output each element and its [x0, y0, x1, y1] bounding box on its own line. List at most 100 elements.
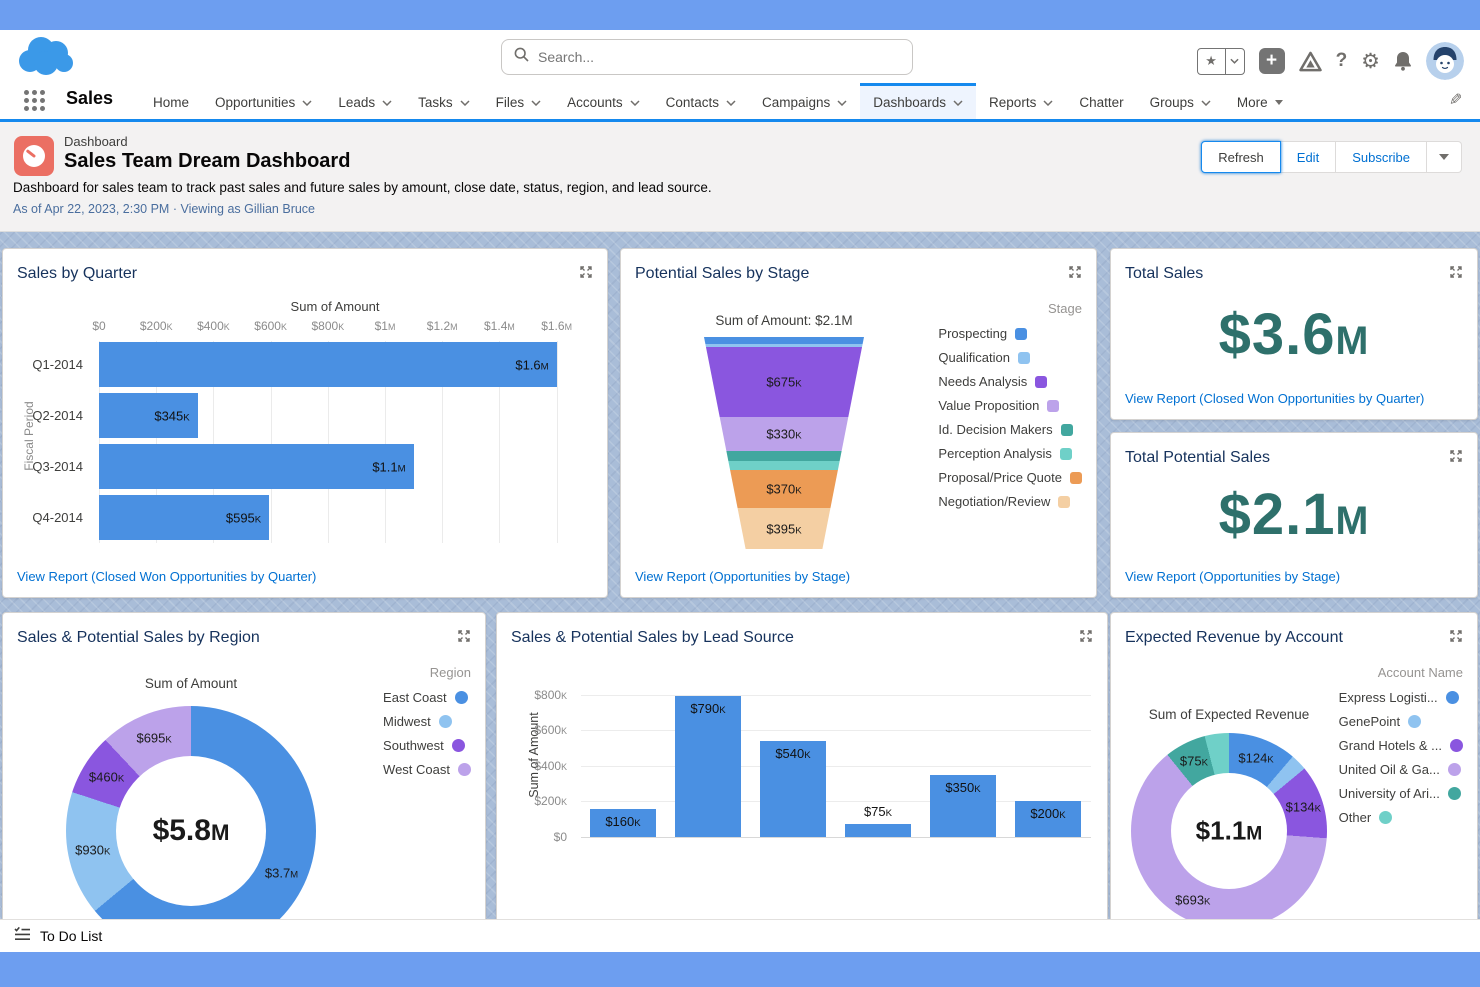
- edit-button[interactable]: Edit: [1281, 141, 1336, 173]
- tab-chatter[interactable]: Chatter: [1066, 83, 1136, 119]
- tab-more[interactable]: More: [1224, 83, 1296, 119]
- tab-reports[interactable]: Reports: [976, 83, 1066, 119]
- expand-icon[interactable]: [1079, 629, 1093, 648]
- search-icon: [514, 47, 529, 67]
- bar-q2-2014[interactable]: $345K: [99, 393, 198, 438]
- tab-accounts[interactable]: Accounts: [554, 83, 653, 119]
- gridline: [581, 730, 1091, 731]
- favorites-star-icon[interactable]: ★: [1198, 49, 1225, 74]
- legend-title: Stage: [1048, 301, 1082, 316]
- bar-value-label: $1.6M: [515, 357, 548, 372]
- user-avatar[interactable]: [1426, 42, 1464, 80]
- notifications-bell-icon[interactable]: [1394, 51, 1412, 71]
- legend-item-other[interactable]: Other: [1339, 810, 1463, 825]
- edit-nav-pencil-icon[interactable]: ✎: [1449, 90, 1462, 110]
- view-report-link[interactable]: View Report (Closed Won Opportunities by…: [17, 569, 316, 584]
- tab-label: Reports: [989, 95, 1036, 110]
- legend-item-midwest[interactable]: Midwest: [383, 714, 471, 729]
- expand-icon[interactable]: [1449, 449, 1463, 468]
- tab-home[interactable]: Home: [140, 83, 202, 119]
- tab-groups[interactable]: Groups: [1137, 83, 1224, 119]
- funnel-segment-label: $330K: [704, 426, 864, 441]
- view-report-link[interactable]: View Report (Closed Won Opportunities by…: [1125, 391, 1424, 406]
- legend-swatch: [458, 763, 471, 776]
- expand-icon[interactable]: [1068, 265, 1082, 284]
- bar-phone-inquiry[interactable]: [675, 696, 741, 837]
- global-search[interactable]: [501, 39, 913, 75]
- legend-item-needs-analysis[interactable]: Needs Analysis: [938, 374, 1082, 389]
- x-tick-label: $1.2M: [427, 319, 458, 333]
- tab-label: Files: [496, 95, 525, 110]
- legend-item-id-decision-makers[interactable]: Id. Decision Makers: [938, 422, 1082, 437]
- funnel-segment-needs-analysis[interactable]: $675K: [704, 347, 864, 417]
- legend-item-university-of-ari[interactable]: University of Ari...: [1339, 786, 1463, 801]
- more-actions-caret[interactable]: [1427, 141, 1462, 173]
- funnel-segment-negotiation-review[interactable]: $395K: [704, 508, 864, 549]
- y-tick-label: $800K: [534, 688, 567, 702]
- legend-item-grand-hotels[interactable]: Grand Hotels & ...: [1339, 738, 1463, 753]
- search-input[interactable]: [538, 49, 900, 65]
- app-name: Sales: [66, 88, 113, 109]
- legend-label: Other: [1339, 810, 1372, 825]
- tab-campaigns[interactable]: Campaigns: [749, 83, 860, 119]
- guidance-center-icon[interactable]: [1299, 51, 1322, 72]
- expand-icon[interactable]: [1449, 629, 1463, 648]
- expand-icon[interactable]: [457, 629, 471, 648]
- tab-label: Groups: [1150, 95, 1194, 110]
- bar-purchased-list[interactable]: [845, 824, 911, 837]
- legend-label: Midwest: [383, 714, 431, 729]
- funnel-segment-value-proposition[interactable]: $330K: [704, 417, 864, 451]
- legend-item-united-oil-ga[interactable]: United Oil & Ga...: [1339, 762, 1463, 777]
- legend-item-qualification[interactable]: Qualification: [938, 350, 1082, 365]
- subscribe-button[interactable]: Subscribe: [1336, 141, 1427, 173]
- tab-tasks[interactable]: Tasks: [405, 83, 483, 119]
- help-icon[interactable]: ?: [1336, 50, 1348, 72]
- tab-label: Leads: [338, 95, 375, 110]
- bar-q4-2014[interactable]: $595K: [99, 495, 269, 540]
- bar-value-label: $345K: [154, 408, 189, 423]
- legend-item-value-proposition[interactable]: Value Proposition: [938, 398, 1082, 413]
- legend-item-genepoint[interactable]: GenePoint: [1339, 714, 1463, 729]
- funnel-segment-prospecting[interactable]: [704, 337, 864, 344]
- legend-item-prospecting[interactable]: Prospecting: [938, 326, 1082, 341]
- legend-item-perception-analysis[interactable]: Perception Analysis: [938, 446, 1082, 461]
- view-report-link[interactable]: View Report (Opportunities by Stage): [1125, 569, 1340, 584]
- chevron-down-icon: [460, 100, 470, 106]
- todo-list-bar[interactable]: To Do List: [0, 919, 1480, 952]
- legend-item-express-logisti[interactable]: Express Logisti...: [1339, 690, 1463, 705]
- favorites-caret-icon[interactable]: [1225, 49, 1244, 74]
- widget-sales-by-region: Sales & Potential Sales by Region Sum of…: [2, 612, 486, 919]
- legend-item-negotiation-review[interactable]: Negotiation/Review: [938, 494, 1082, 509]
- view-report-link[interactable]: View Report (Opportunities by Stage): [635, 569, 850, 584]
- funnel-segment-perception-analysis[interactable]: [704, 461, 864, 470]
- tab-dashboards[interactable]: Dashboards: [860, 83, 976, 119]
- app-launcher-icon[interactable]: [24, 90, 48, 114]
- setup-gear-icon[interactable]: ⚙: [1361, 49, 1380, 74]
- funnel-segment-proposal-price-quote[interactable]: $370K: [704, 470, 864, 508]
- bar-value-label: $160K: [605, 814, 640, 829]
- top-window-band: [0, 0, 1480, 30]
- refresh-button[interactable]: Refresh: [1201, 141, 1281, 173]
- legend-item-southwest[interactable]: Southwest: [383, 738, 471, 753]
- bar-plot: $160KWeb$790KPhone Inquiry$540KPartner R…: [581, 691, 1091, 837]
- bar-q1-2014[interactable]: $1.6M: [99, 342, 557, 387]
- stage-legend: Stage Prospecting Qualification Needs Anal…: [938, 301, 1082, 518]
- legend-item-proposal-price-quote[interactable]: Proposal/Price Quote: [938, 470, 1082, 485]
- chevron-down-icon: [726, 100, 736, 106]
- bar-q3-2014[interactable]: $1.1M: [99, 444, 414, 489]
- tab-contacts[interactable]: Contacts: [653, 83, 749, 119]
- funnel-segment-id-decision-makers[interactable]: [704, 451, 864, 461]
- tab-opportunities[interactable]: Opportunities: [202, 83, 325, 119]
- legend-swatch: [455, 691, 468, 704]
- expand-icon[interactable]: [579, 265, 593, 284]
- tab-leads[interactable]: Leads: [325, 83, 405, 119]
- dashboard-canvas: Sales by Quarter Sum of Amount $0$200K$4…: [0, 232, 1480, 919]
- gridline: [581, 695, 1091, 696]
- favorites-button-group[interactable]: ★: [1197, 48, 1245, 75]
- tab-files[interactable]: Files: [483, 83, 555, 119]
- expand-icon[interactable]: [1449, 265, 1463, 284]
- global-actions-icon[interactable]: +: [1259, 48, 1285, 74]
- legend-item-east-coast[interactable]: East Coast: [383, 690, 471, 705]
- legend-item-west-coast[interactable]: West Coast: [383, 762, 471, 777]
- dashboard-as-of[interactable]: As of Apr 22, 2023, 2:30 PM · Viewing as…: [13, 202, 315, 216]
